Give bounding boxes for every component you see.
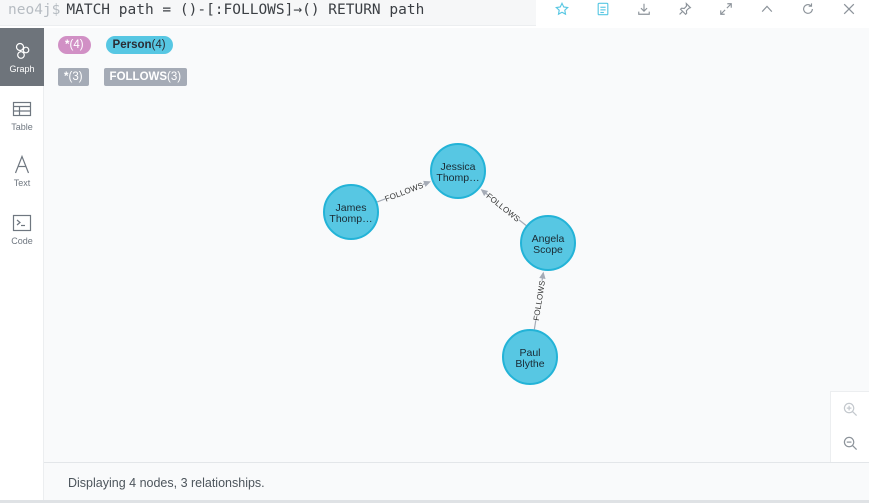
relationship-arrowhead [423, 180, 431, 187]
query-text: MATCH path = ()-[:FOLLOWS]→() RETURN pat… [66, 2, 425, 18]
close-icon [843, 3, 855, 15]
relationship-james-jessica[interactable]: FOLLOWS [376, 178, 431, 204]
rerun-button[interactable] [795, 0, 821, 18]
star-icon [555, 2, 569, 16]
node-james[interactable]: JamesThomp… [323, 184, 379, 240]
query-editor[interactable]: neo4j$ MATCH path = ()-[:FOLLOWS]→() RETU… [0, 0, 536, 26]
save-button[interactable] [590, 0, 616, 18]
node-paul[interactable]: PaulBlythe [502, 329, 558, 385]
node-caption-line2: Thomp… [436, 172, 479, 184]
node-caption-line2: Thomp… [329, 213, 372, 225]
node-caption-line2: Blythe [515, 358, 544, 370]
node-angela[interactable]: AngelaScope [520, 215, 576, 271]
sidebar-item-label: Table [11, 121, 33, 132]
download-icon [638, 3, 650, 15]
relationship-label: FOLLOWS [384, 181, 425, 204]
rerun-icon [803, 3, 813, 14]
pin-button[interactable] [672, 0, 698, 18]
pin-icon [679, 2, 692, 16]
zoom-out-button[interactable] [831, 426, 869, 460]
collapse-button[interactable] [754, 0, 780, 18]
zoom-in-button[interactable] [831, 392, 869, 426]
view-sidebar: Graph Table Text Code [0, 28, 44, 503]
sidebar-item-code[interactable]: Code [0, 200, 44, 258]
graph-visualization[interactable]: *(4) Person(4) *(3) FOLLOWS(3) FOLLOWS FO… [44, 28, 869, 462]
neo4j-result-frame: neo4j$ MATCH path = ()-[:FOLLOWS]→() RETU… [0, 0, 869, 503]
node-caption-line2: Scope [533, 244, 563, 256]
relationship-label: FOLLOWS [532, 280, 547, 321]
sidebar-item-label: Text [13, 177, 31, 188]
zoom-out-icon [843, 436, 858, 450]
query-toolbar: neo4j$ MATCH path = ()-[:FOLLOWS]→() RETU… [0, 0, 869, 28]
relationship-paul-angela[interactable]: FOLLOWS [529, 271, 547, 330]
relationship-label: FOLLOWS [484, 192, 521, 224]
collapse-icon [761, 5, 773, 13]
sidebar-item-label: Graph [9, 63, 35, 74]
zoom-in-icon [843, 402, 858, 416]
sidebar-item-table[interactable]: Table [0, 86, 44, 144]
close-button[interactable] [836, 0, 862, 18]
sidebar-item-graph[interactable]: Graph [0, 28, 44, 86]
zoom-controls [830, 391, 869, 462]
favorite-button[interactable] [549, 0, 575, 18]
code-icon [12, 214, 32, 231]
sidebar-item-label: Code [11, 235, 33, 246]
table-icon [12, 101, 32, 116]
graph-icon [15, 42, 30, 59]
expand-icon [720, 3, 732, 15]
text-icon [14, 154, 30, 173]
relationship-arrowhead [539, 271, 546, 280]
query-prompt: neo4j$ [8, 2, 61, 18]
download-button[interactable] [631, 0, 657, 18]
graph-canvas[interactable]: FOLLOWS FOLLOWSFOLLOWSJessicaThomp…JamesT… [44, 28, 869, 462]
save-icon [597, 2, 609, 16]
status-bar: Displaying 4 nodes, 3 relationships. [44, 462, 869, 500]
node-jessica[interactable]: JessicaThomp… [430, 143, 486, 199]
relationship-angela-jessica[interactable]: FOLLOWS [480, 189, 527, 226]
sidebar-item-text[interactable]: Text [0, 142, 44, 200]
fullscreen-button[interactable] [713, 0, 739, 18]
status-text: Displaying 4 nodes, 3 relationships. [68, 476, 265, 490]
